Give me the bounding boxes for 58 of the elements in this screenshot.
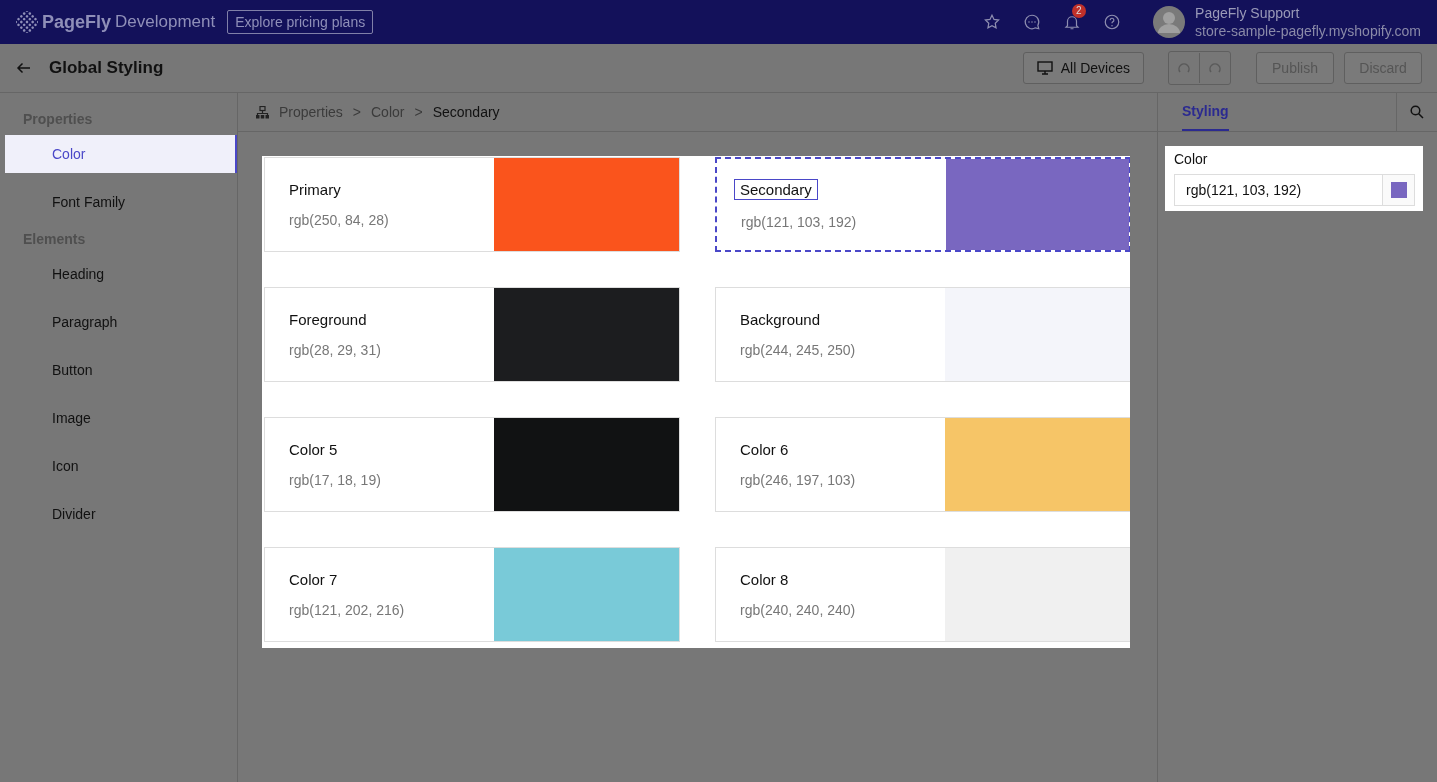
chat-icon[interactable] xyxy=(1023,13,1042,31)
color-card[interactable]: Color 5 rgb(17, 18, 19) xyxy=(264,417,680,512)
notification-badge: 2 xyxy=(1072,4,1086,18)
sidebar-item[interactable]: Color xyxy=(5,135,237,173)
sidebar-item[interactable]: Paragraph xyxy=(5,303,237,341)
breadcrumb-item[interactable]: Properties xyxy=(279,104,343,120)
breadcrumb-item: Secondary xyxy=(432,104,500,120)
sidebar-item[interactable]: Divider xyxy=(5,495,237,533)
color-input-field[interactable]: rgb(121, 103, 192) xyxy=(1174,174,1415,206)
sidebar-item[interactable]: Font Family xyxy=(5,183,237,221)
color-preview[interactable] xyxy=(1390,182,1407,198)
page-title: Global Styling xyxy=(49,58,164,78)
device-button[interactable]: All Devices xyxy=(1022,52,1144,84)
color-card[interactable]: Primary rgb(250, 84, 28) xyxy=(264,157,680,252)
color-card[interactable]: Foreground rgb(28, 29, 31) xyxy=(264,287,680,382)
color-name: Background xyxy=(740,311,821,328)
color-value: rgb(121, 202, 216) xyxy=(289,602,406,618)
star-icon[interactable] xyxy=(983,13,1002,31)
color-name: Color 7 xyxy=(289,571,338,588)
color-name: Color 8 xyxy=(740,571,789,588)
color-name: Color 6 xyxy=(740,441,789,458)
brand-name: PageFly xyxy=(42,11,112,33)
logo-icon xyxy=(16,11,38,33)
color-card[interactable]: Color 6 rgb(246, 197, 103) xyxy=(715,417,1130,512)
sidebar-item[interactable]: Image xyxy=(5,399,237,437)
breadcrumb-item[interactable]: Color xyxy=(371,104,405,120)
color-name: Secondary xyxy=(734,179,818,200)
user-name: PageFly Support xyxy=(1195,4,1301,22)
color-name: Primary xyxy=(289,181,341,198)
color-card[interactable]: Color 8 rgb(240, 240, 240) xyxy=(715,547,1130,642)
color-value: rgb(250, 84, 28) xyxy=(289,212,390,228)
breadcrumb-separator: > xyxy=(352,104,361,120)
sidebar-item[interactable]: Icon xyxy=(5,447,237,485)
color-card[interactable]: Secondary rgb(121, 103, 192) xyxy=(715,157,1130,252)
pricing-button[interactable]: Explore pricing plans xyxy=(227,10,374,34)
color-value: rgb(240, 240, 240) xyxy=(740,602,857,618)
color-card[interactable]: Background rgb(244, 245, 250) xyxy=(715,287,1130,382)
search-icon[interactable] xyxy=(1410,105,1424,119)
sitemap-icon xyxy=(256,105,269,119)
breadcrumb-separator: > xyxy=(414,104,423,120)
color-value: rgb(246, 197, 103) xyxy=(740,472,857,488)
color-value: rgb(244, 245, 250) xyxy=(740,342,857,358)
brand-suffix: Development xyxy=(115,12,216,32)
color-name: Foreground xyxy=(289,311,367,328)
field-label: Color xyxy=(1174,151,1209,167)
avatar-icon[interactable] xyxy=(1153,6,1186,38)
sidebar-item[interactable]: Button xyxy=(5,351,237,389)
color-value: rgb(121, 103, 192) xyxy=(741,214,858,230)
color-value: rgb(28, 29, 31) xyxy=(289,342,382,358)
bell-icon[interactable] xyxy=(1063,13,1082,31)
color-name: Color 5 xyxy=(289,441,338,458)
panel-tab[interactable]: Styling xyxy=(1182,93,1229,131)
color-card[interactable]: Color 7 rgb(121, 202, 216) xyxy=(264,547,680,642)
color-value: rgb(17, 18, 19) xyxy=(289,472,382,488)
help-icon[interactable] xyxy=(1103,13,1122,31)
sidebar-item[interactable]: Heading xyxy=(5,255,237,293)
monitor-icon xyxy=(1036,61,1053,75)
store-url: store-sample-pagefly.myshopify.com xyxy=(1195,22,1421,40)
